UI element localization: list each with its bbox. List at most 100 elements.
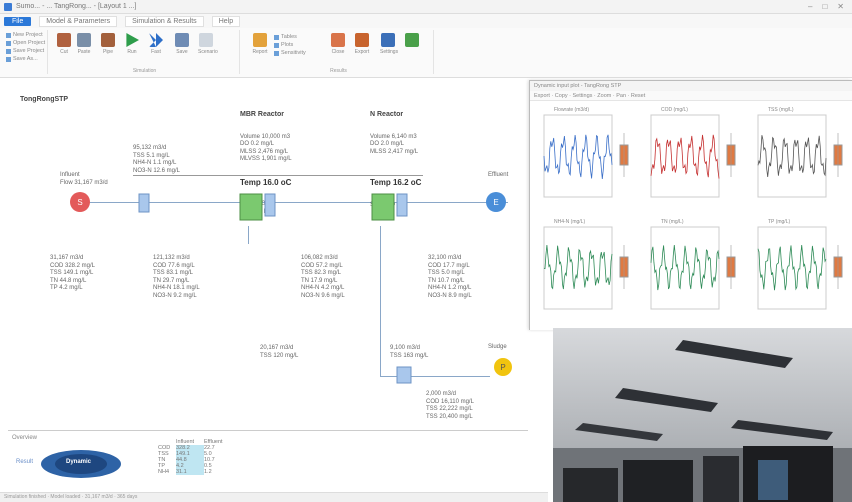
pipe-button[interactable]: Pipe xyxy=(100,33,116,55)
flask-icon xyxy=(331,33,345,47)
influent-label: Influent xyxy=(60,172,80,178)
run-button[interactable]: Run xyxy=(124,33,140,55)
report-button[interactable]: Report xyxy=(252,33,268,55)
menu-model[interactable]: Model & Parameters xyxy=(39,15,118,27)
plots-command[interactable]: Plots xyxy=(274,42,293,48)
plot-grid: Flowrate (m3/d) COD (mg/L) TSS (mg/L) NH4-N… xyxy=(543,107,843,310)
ribbon-group-label: Simulation xyxy=(132,68,157,74)
check-button[interactable] xyxy=(404,33,420,49)
export-button[interactable]: Export xyxy=(354,33,370,55)
menu-simulation[interactable]: Simulation & Results xyxy=(125,15,204,27)
save-icon xyxy=(175,33,189,47)
influent-data: 31,167 m3/d COD 328.2 mg/L TSS 149.1 mg/L T… xyxy=(50,255,96,291)
save-project-command[interactable]: Save Project xyxy=(6,48,44,54)
title-bar: Sumo... - ... TangRong... - [Layout 1 ..… xyxy=(0,0,852,14)
dewatering-unit[interactable] xyxy=(394,364,416,386)
plot-panel-title: Flowrate (m3/d) xyxy=(554,107,589,113)
ribbon-group-results: Report Tables Plots Sensitivity Close Ex… xyxy=(244,30,434,74)
close-button[interactable]: Close xyxy=(330,33,346,55)
plot-frame xyxy=(650,114,720,198)
influent-flow: Flow 31,167 m3/d xyxy=(60,180,108,186)
svg-text:E: E xyxy=(493,198,498,207)
plot-panel[interactable]: TN (mg/L) xyxy=(650,219,736,310)
plot-panel[interactable]: TP (mg/L) xyxy=(757,219,843,310)
plot-panel[interactable]: NH4-N (mg/L) xyxy=(543,219,629,310)
plot-trace xyxy=(650,245,720,291)
flowsheet-canvas[interactable]: TongRongSTP Influent Flow 31,167 m3/d S … xyxy=(8,84,528,424)
svg-text:S: S xyxy=(77,198,82,207)
influent-node[interactable]: S xyxy=(68,190,92,214)
sensitivity-command[interactable]: Sensitivity xyxy=(274,50,306,56)
menu-bar: File Model & Parameters Simulation & Res… xyxy=(0,14,852,28)
server-room-photo xyxy=(553,328,852,502)
scenario-button[interactable]: Scenario xyxy=(198,33,218,55)
file-menu[interactable]: File xyxy=(4,16,32,26)
tables-command[interactable]: Tables xyxy=(274,34,297,40)
plot-trace xyxy=(757,135,827,177)
overview-panel: Overview Dynamic Result Influent Effluent… xyxy=(8,430,528,490)
ribbon: New Project Open Project Save Project Sa… xyxy=(0,28,852,78)
app-icon xyxy=(4,2,12,11)
checkmark-icon xyxy=(405,33,419,47)
svg-text:P: P xyxy=(500,363,505,372)
cut-button[interactable]: Cut xyxy=(56,33,72,55)
paste-icon xyxy=(77,33,91,47)
plot-panel-title: TN (mg/L) xyxy=(661,219,684,225)
result-label: Result xyxy=(16,459,34,465)
pipe-icon xyxy=(101,33,115,47)
sludge-node[interactable]: P xyxy=(492,356,514,378)
stream-1-data: 121,132 m3/d COD 77.6 mg/L TSS 83.1 mg/L TN… xyxy=(153,255,200,299)
fast-forward-icon xyxy=(149,33,163,47)
plot-frame xyxy=(757,226,827,310)
report-icon xyxy=(253,33,267,47)
plant-name: TongRongSTP xyxy=(20,96,69,103)
new-project-command[interactable]: New Project xyxy=(6,32,43,38)
plot-panel[interactable]: COD (mg/L) xyxy=(650,107,736,198)
plot-panel-title: TP (mg/L) xyxy=(768,219,790,225)
plot-toolbar[interactable]: Export · Copy · Settings · Zoom · Pan · … xyxy=(530,91,852,101)
plot-trace xyxy=(543,134,613,180)
plot-frame xyxy=(757,114,827,198)
n-reactor-tank[interactable] xyxy=(370,190,420,226)
minimize-icon[interactable]: – xyxy=(808,2,812,11)
play-icon xyxy=(126,33,139,47)
close-icon[interactable]: ✕ xyxy=(837,2,844,11)
plot-frame xyxy=(543,114,613,198)
dynamic-plot-window[interactable]: Dynamic input plot - TangRong STP Export… xyxy=(529,80,852,330)
export-icon xyxy=(355,33,369,47)
window-title: Sumo... - ... TangRong... - [Layout 1 ..… xyxy=(16,3,137,10)
maximize-icon[interactable]: □ xyxy=(822,2,827,11)
ras-stream-data: 20,167 m3/d TSS 120 mg/L xyxy=(260,345,299,359)
stream-3-data: 32,100 m3/d COD 17.7 mg/L TSS 5.0 mg/L TN 1… xyxy=(428,255,472,299)
ribbon-group-project: New Project Open Project Save Project Sa… xyxy=(2,30,48,74)
ribbon-group-simulation: Cut Paste Pipe Run Fast Save Scenario Si… xyxy=(50,30,240,74)
cut-icon xyxy=(57,33,71,47)
effluent-label: Effluent xyxy=(488,172,509,178)
menu-help[interactable]: Help xyxy=(211,15,241,27)
save-button[interactable]: Save xyxy=(174,33,190,55)
settings-button[interactable]: Settings xyxy=(380,33,398,55)
overview-title: Overview xyxy=(12,435,38,441)
status-bar: Simulation finished · Model loaded · 31,… xyxy=(0,492,548,502)
plot-panel[interactable]: TSS (mg/L) xyxy=(757,107,843,198)
fast-run-button[interactable]: Fast xyxy=(148,33,164,55)
plot-panel[interactable]: Flowrate (m3/d) xyxy=(543,107,629,198)
plot-trace xyxy=(650,134,720,179)
paste-button[interactable]: Paste xyxy=(76,33,92,55)
plot-panel-title: COD (mg/L) xyxy=(661,107,688,113)
mbr-reactor-tank[interactable] xyxy=(238,190,278,226)
effluent-node[interactable]: E xyxy=(484,190,508,214)
plot-frame xyxy=(650,226,720,310)
plot-panel-title: NH4-N (mg/L) xyxy=(554,219,585,225)
table-row: NH4 31.1 1.2 xyxy=(158,469,212,475)
open-project-command[interactable]: Open Project xyxy=(6,40,45,46)
badge-text: Dynamic xyxy=(66,459,92,465)
plot-window-title: Dynamic input plot - TangRong STP xyxy=(530,81,852,91)
plot-trace xyxy=(543,245,613,290)
ribbon-group-label: Results xyxy=(330,68,347,74)
plot-panel-title: TSS (mg/L) xyxy=(768,107,794,113)
scenario-icon xyxy=(199,33,213,47)
save-as-command[interactable]: Save As... xyxy=(6,56,38,62)
splitter-icon[interactable] xyxy=(136,192,152,214)
sludge-label: Sludge xyxy=(488,344,507,350)
